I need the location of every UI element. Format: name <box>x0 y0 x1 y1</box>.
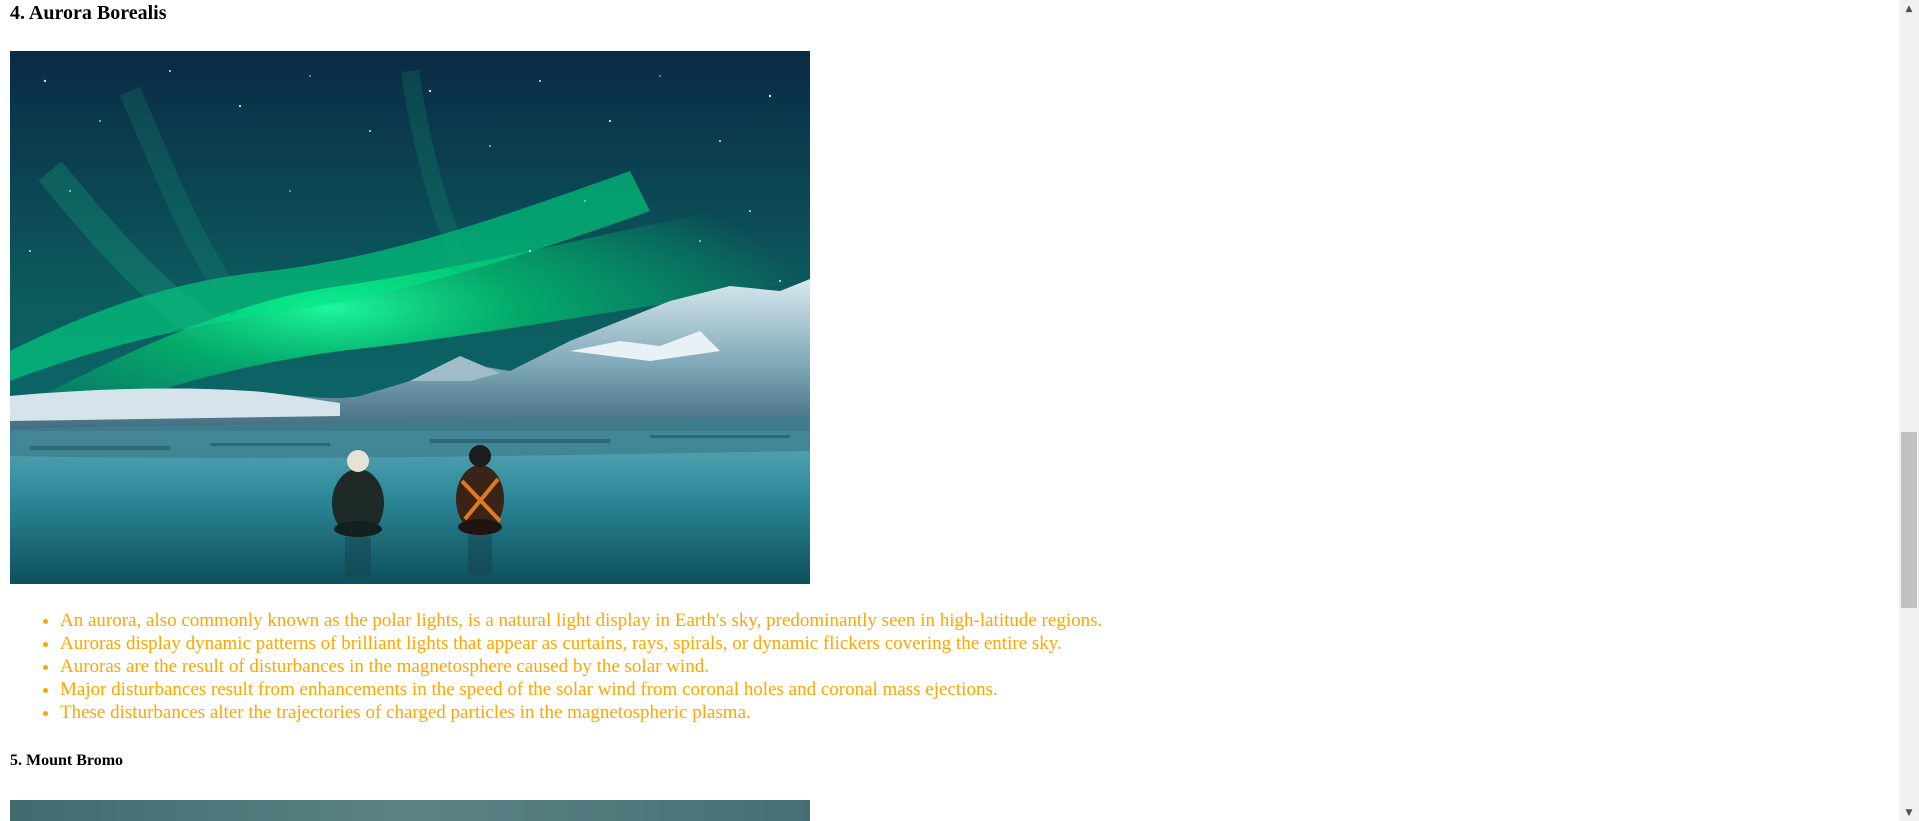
scrollbar-thumb[interactable] <box>1901 432 1917 608</box>
aurora-photo <box>10 51 810 584</box>
section-heading-bromo: 5. Mount Bromo <box>10 752 124 769</box>
list-item: Auroras display dynamic patterns of bril… <box>60 632 1102 655</box>
section-heading-aurora: 4. Aurora Borealis <box>10 2 167 24</box>
scroll-up-arrow-icon[interactable]: ▲ <box>1899 0 1919 17</box>
bromo-photo <box>10 800 810 821</box>
scroll-down-arrow-icon[interactable]: ▼ <box>1899 804 1919 821</box>
vertical-scrollbar[interactable]: ▲ ▼ <box>1899 0 1919 821</box>
list-item: Auroras are the result of disturbances i… <box>60 655 1102 678</box>
list-item: These disturbances alter the trajectorie… <box>60 701 1102 724</box>
list-item: Major disturbances result from enhanceme… <box>60 678 1102 701</box>
list-item: An aurora, also commonly known as the po… <box>60 609 1102 632</box>
aurora-fact-list: An aurora, also commonly known as the po… <box>10 609 1102 724</box>
